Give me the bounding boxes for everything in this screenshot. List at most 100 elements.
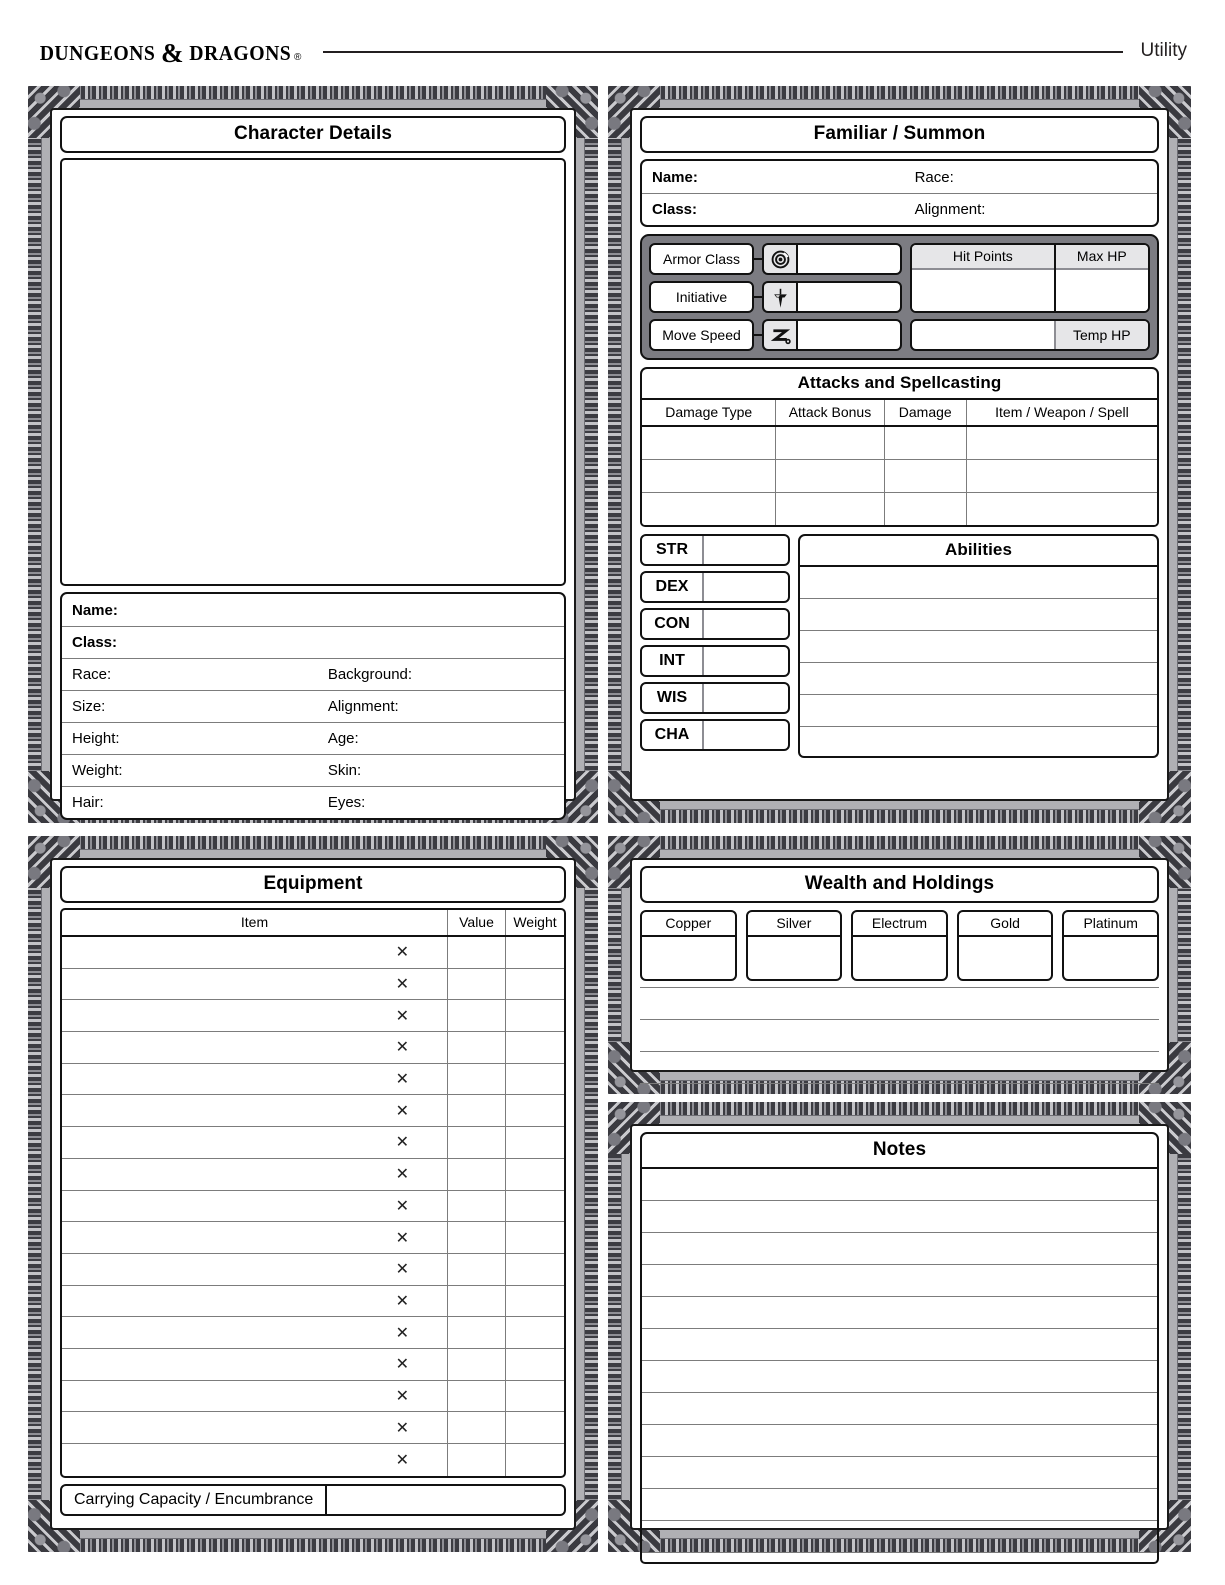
equipment-value-cell[interactable] — [448, 1127, 506, 1158]
equipment-item-cell[interactable]: ✕ — [62, 1127, 448, 1158]
equipment-value-cell[interactable] — [448, 1444, 506, 1476]
stat-value-initiative[interactable] — [796, 281, 902, 313]
cell-damage-type[interactable] — [642, 426, 777, 460]
equipment-weight-cell[interactable] — [506, 1222, 564, 1253]
equipment-weight-cell[interactable] — [506, 1317, 564, 1348]
equipment-item-cell[interactable]: ✕ — [62, 1412, 448, 1443]
equipment-weight-cell[interactable] — [506, 1032, 564, 1063]
equipment-value-cell[interactable] — [448, 1253, 506, 1285]
equipment-item-cell[interactable]: ✕ — [62, 1222, 448, 1253]
stat-value-armor-class[interactable] — [796, 243, 902, 275]
ability-row-str[interactable]: STR — [640, 534, 790, 566]
currency-value-gold[interactable] — [959, 937, 1052, 979]
notes-write-area[interactable] — [640, 1169, 1159, 1564]
table-row[interactable] — [642, 426, 1157, 460]
ability-row-con[interactable]: CON — [640, 608, 790, 640]
equipment-item-cell[interactable]: ✕ — [62, 968, 448, 1000]
equipment-item-cell[interactable]: ✕ — [62, 1317, 448, 1348]
equipment-value-cell[interactable] — [448, 1000, 506, 1032]
equipment-weight-cell[interactable] — [506, 1064, 564, 1095]
equipment-value-cell[interactable] — [448, 1380, 506, 1412]
field-row-height-age[interactable]: Height: Age: — [62, 722, 564, 754]
cell-damage-type[interactable] — [642, 492, 777, 525]
equipment-item-cell[interactable]: ✕ — [62, 1285, 448, 1317]
ability-value-wis[interactable] — [704, 684, 788, 712]
equipment-weight-cell[interactable] — [506, 1349, 564, 1380]
cell-damage[interactable] — [884, 459, 967, 493]
cell-damage[interactable] — [884, 492, 967, 525]
cell-attack-bonus[interactable] — [775, 492, 885, 525]
equipment-item-cell[interactable]: ✕ — [62, 1253, 448, 1285]
equipment-weight-cell[interactable] — [506, 1444, 564, 1476]
equipment-weight-cell[interactable] — [506, 1381, 564, 1412]
equipment-row[interactable]: ✕ — [62, 1253, 564, 1286]
abilities-write-area[interactable] — [798, 567, 1159, 758]
ability-row-int[interactable]: INT — [640, 645, 790, 677]
equipment-value-cell[interactable] — [448, 968, 506, 1000]
temp-hp-value[interactable] — [912, 321, 1054, 349]
equipment-value-cell[interactable] — [448, 1222, 506, 1253]
equipment-row[interactable]: ✕ — [62, 1285, 564, 1318]
currency-value-platinum[interactable] — [1064, 937, 1157, 979]
equipment-weight-cell[interactable] — [506, 1254, 564, 1285]
equipment-item-cell[interactable]: ✕ — [62, 937, 448, 968]
ability-value-dex[interactable] — [704, 573, 788, 601]
field-row-name[interactable]: Name: — [62, 594, 564, 626]
equipment-row[interactable]: ✕ — [62, 1348, 564, 1381]
cell-item-weapon-spell[interactable] — [966, 426, 1157, 460]
equipment-row[interactable]: ✕ — [62, 1127, 564, 1159]
ability-value-con[interactable] — [704, 610, 788, 638]
stat-value-move-speed[interactable] — [796, 319, 902, 351]
equipment-item-cell[interactable]: ✕ — [62, 1095, 448, 1127]
equipment-row[interactable]: ✕ — [62, 1095, 564, 1128]
field-row-race-background[interactable]: Race: Background: — [62, 658, 564, 690]
equipment-weight-cell[interactable] — [506, 1286, 564, 1317]
cell-attack-bonus[interactable] — [775, 426, 885, 460]
equipment-row[interactable]: ✕ — [62, 1190, 564, 1223]
equipment-weight-cell[interactable] — [506, 1000, 564, 1031]
cell-attack-bonus[interactable] — [775, 459, 885, 493]
equipment-weight-cell[interactable] — [506, 1191, 564, 1222]
ability-value-str[interactable] — [704, 536, 788, 564]
field-row-class[interactable]: Class: — [62, 626, 564, 658]
equipment-row[interactable]: ✕ — [62, 968, 564, 1001]
equipment-item-cell[interactable]: ✕ — [62, 1158, 448, 1190]
equipment-value-cell[interactable] — [448, 1348, 506, 1380]
equipment-weight-cell[interactable] — [506, 1412, 564, 1443]
carrying-capacity-value[interactable] — [327, 1483, 566, 1516]
equipment-item-cell[interactable]: ✕ — [62, 1190, 448, 1222]
equipment-row[interactable]: ✕ — [62, 1444, 564, 1476]
equipment-row[interactable]: ✕ — [62, 1000, 564, 1033]
ability-value-cha[interactable] — [704, 721, 788, 749]
equipment-row[interactable]: ✕ — [62, 1222, 564, 1254]
ability-row-dex[interactable]: DEX — [640, 571, 790, 603]
equipment-row[interactable]: ✕ — [62, 1158, 564, 1191]
equipment-row[interactable]: ✕ — [62, 1063, 564, 1096]
cell-item-weapon-spell[interactable] — [966, 459, 1157, 493]
equipment-item-cell[interactable]: ✕ — [62, 1000, 448, 1032]
ability-row-wis[interactable]: WIS — [640, 682, 790, 714]
cell-damage[interactable] — [884, 426, 967, 460]
equipment-value-cell[interactable] — [448, 937, 506, 968]
equipment-value-cell[interactable] — [448, 1032, 506, 1063]
currency-value-silver[interactable] — [748, 937, 841, 979]
field-row-size-alignment[interactable]: Size: Alignment: — [62, 690, 564, 722]
equipment-value-cell[interactable] — [448, 1095, 506, 1127]
ability-row-cha[interactable]: CHA — [640, 719, 790, 751]
currency-value-electrum[interactable] — [853, 937, 946, 979]
wealth-write-area[interactable] — [640, 987, 1159, 1095]
equipment-value-cell[interactable] — [448, 1190, 506, 1222]
equipment-item-cell[interactable]: ✕ — [62, 1444, 448, 1476]
equipment-row[interactable]: ✕ — [62, 1380, 564, 1413]
equipment-row[interactable]: ✕ — [62, 1317, 564, 1349]
equipment-row[interactable]: ✕ — [62, 1412, 564, 1444]
equipment-row[interactable]: ✕ — [62, 1032, 564, 1064]
equipment-weight-cell[interactable] — [506, 937, 564, 968]
equipment-value-cell[interactable] — [448, 1063, 506, 1095]
equipment-row[interactable]: ✕ — [62, 937, 564, 969]
equipment-weight-cell[interactable] — [506, 1127, 564, 1158]
equipment-item-cell[interactable]: ✕ — [62, 1032, 448, 1063]
equipment-weight-cell[interactable] — [506, 969, 564, 1000]
cell-damage-type[interactable] — [642, 459, 777, 493]
character-portrait-area[interactable] — [60, 158, 566, 586]
